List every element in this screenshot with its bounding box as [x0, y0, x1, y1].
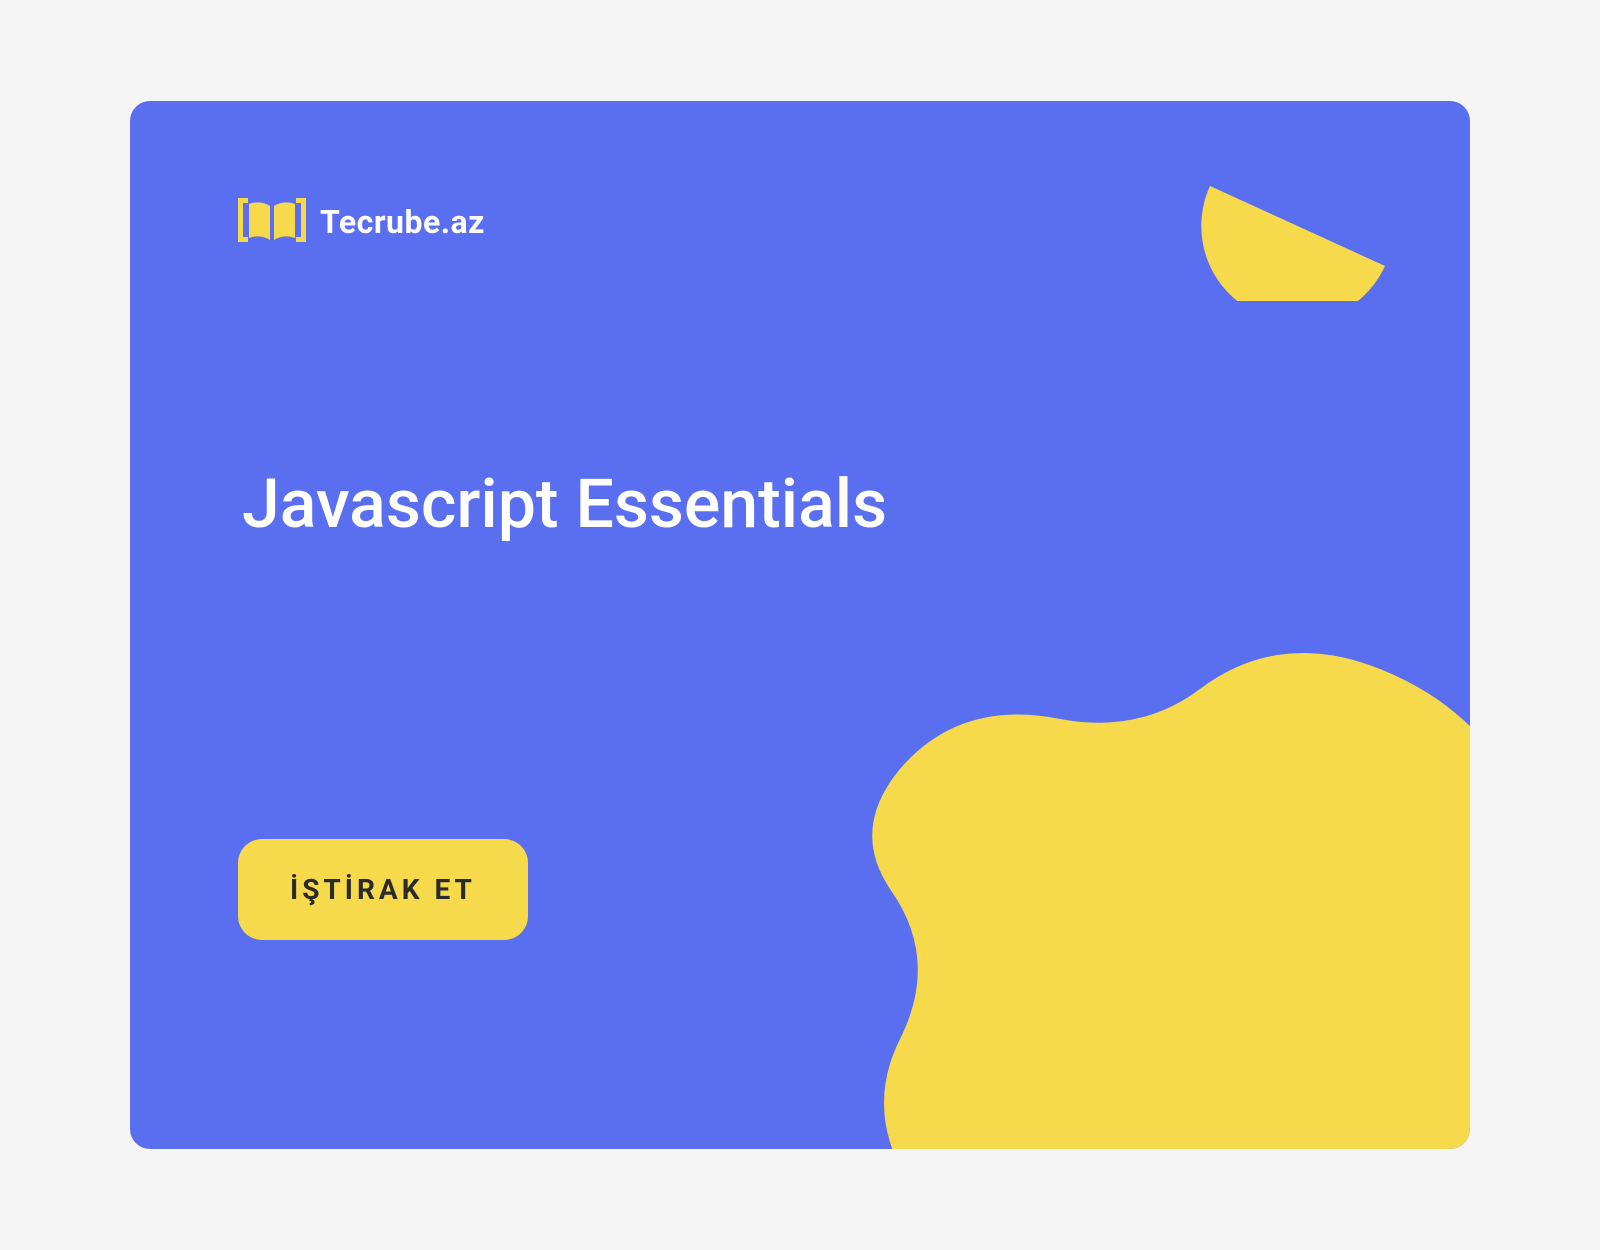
course-title: Javascript Essentials: [242, 464, 887, 544]
brand-name: Tecrube.az: [320, 203, 485, 241]
participate-button[interactable]: İŞTİRAK ET: [238, 839, 528, 940]
decorative-half-circle: [1200, 171, 1390, 301]
book-icon: [238, 196, 306, 248]
promo-card: Tecrube.az Javascript Essentials İŞTİRAK…: [130, 101, 1470, 1149]
decorative-blob: [740, 639, 1470, 1149]
logo: Tecrube.az: [238, 196, 485, 248]
